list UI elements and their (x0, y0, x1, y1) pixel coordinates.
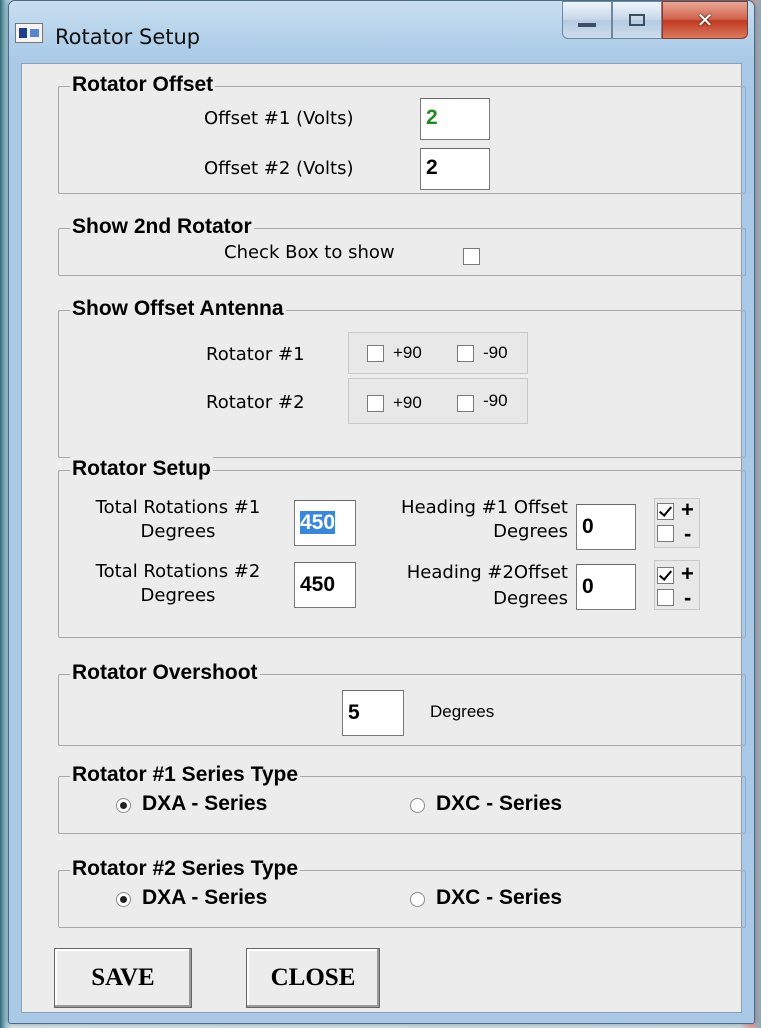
maximize-icon (629, 14, 645, 26)
dialog-body: Rotator Offset Offset #1 (Volts) 2 Offse… (21, 63, 746, 1013)
heading1-minus-label: - (684, 521, 692, 546)
heading1-minus-checkbox[interactable] (657, 525, 674, 542)
heading1-sign-options: + - (654, 497, 700, 548)
rotator2-dxa-radio[interactable] (116, 892, 131, 907)
save-button[interactable]: SAVE (54, 948, 192, 1008)
title-bar[interactable]: Rotator Setup ✕ (9, 1, 754, 63)
rotator2-minus90-checkbox[interactable] (457, 395, 474, 412)
heading2-sign-options: + - (654, 560, 700, 610)
rotator2-minus90-label: -90 (483, 391, 508, 410)
total-rotations1-label-line2: Degrees (140, 521, 216, 542)
rotator1-dxa-label[interactable]: DXA - Series (142, 792, 267, 816)
close-icon: ✕ (696, 8, 714, 32)
antenna-rotator1-label: Rotator #1 (206, 344, 305, 365)
heading1-label-line2: Degrees (493, 521, 568, 542)
show-2nd-rotator-legend: Show 2nd Rotator (70, 214, 254, 240)
heading1-plus-label: + (681, 497, 694, 522)
offset1-input[interactable]: 2 (420, 98, 490, 140)
close-button[interactable]: CLOSE (246, 948, 380, 1008)
heading2-offset-input[interactable]: 0 (576, 564, 636, 610)
rotator1-plus90-label: +90 (393, 343, 422, 362)
rotator1-dxa-radio[interactable] (116, 798, 131, 813)
rotator1-dxc-radio[interactable] (410, 798, 425, 813)
rotator-offset-group: Rotator Offset Offset #1 (Volts) 2 Offse… (58, 72, 746, 194)
window-title: Rotator Setup (55, 25, 201, 49)
overshoot-unit-label: Degrees (430, 702, 495, 721)
heading2-plus-checkbox[interactable] (657, 567, 674, 584)
rotator1-minus90-checkbox[interactable] (457, 345, 474, 362)
offset1-label: Offset #1 (Volts) (204, 108, 354, 129)
app-icon[interactable] (15, 23, 43, 43)
total-rotations1-label: Total Rotations #1 Degrees (68, 496, 288, 544)
heading1-label: Heading #1 Offset Degrees (368, 496, 568, 544)
rotator1-series-legend: Rotator #1 Series Type (70, 762, 301, 788)
offset2-label: Offset #2 (Volts) (204, 158, 354, 179)
rotator2-series-legend: Rotator #2 Series Type (70, 856, 301, 882)
rotator1-series-group: Rotator #1 Series Type DXA - Series DXC … (58, 762, 746, 834)
antenna-rotator1-options: +90 -90 (348, 332, 528, 374)
caption-buttons: ✕ (562, 1, 748, 41)
close-window-button[interactable]: ✕ (662, 1, 748, 39)
rotator2-plus90-checkbox[interactable] (367, 395, 384, 412)
maximize-button[interactable] (612, 1, 662, 39)
rotator-setup-window: Rotator Setup ✕ Rotator Offset Offset #1… (8, 0, 755, 1024)
heading2-label: Heading #2Offset Degrees (368, 560, 568, 612)
total-rotations2-input[interactable]: 450 (294, 562, 356, 608)
heading2-label-line2: Degrees (493, 588, 568, 609)
total-rotations2-label: Total Rotations #2 Degrees (68, 560, 288, 608)
show-2nd-rotator-group: Show 2nd Rotator Check Box to show (58, 214, 746, 276)
rotator-offset-legend: Rotator Offset (70, 72, 216, 98)
show-2nd-rotator-checkbox[interactable] (463, 248, 480, 265)
heading1-label-line1: Heading #1 Offset (401, 497, 568, 518)
overshoot-input[interactable]: 5 (342, 690, 404, 736)
heading2-label-line1: Heading #2Offset (406, 562, 568, 583)
rotator-overshoot-legend: Rotator Overshoot (70, 660, 260, 686)
offset2-input[interactable]: 2 (420, 148, 490, 190)
total-rotations2-label-line2: Degrees (140, 585, 216, 606)
rotator1-dxc-label[interactable]: DXC - Series (436, 792, 562, 816)
rotator-setup-group: Rotator Setup Total Rotations #1 Degrees… (58, 456, 746, 638)
heading1-plus-checkbox[interactable] (657, 503, 674, 520)
heading2-minus-label: - (684, 585, 692, 610)
antenna-rotator2-label: Rotator #2 (206, 392, 305, 413)
minimize-icon (578, 23, 596, 27)
show-2nd-rotator-label: Check Box to show (224, 242, 395, 263)
rotator1-plus90-checkbox[interactable] (367, 345, 384, 362)
rotator2-dxc-radio[interactable] (410, 892, 425, 907)
rotator2-plus90-label: +90 (393, 393, 422, 412)
rotator1-minus90-label: -90 (483, 343, 508, 362)
rotator2-series-group: Rotator #2 Series Type DXA - Series DXC … (58, 856, 746, 928)
show-offset-antenna-legend: Show Offset Antenna (70, 296, 286, 322)
heading1-offset-input[interactable]: 0 (576, 504, 636, 550)
show-offset-antenna-group: Show Offset Antenna Rotator #1 +90 -90 R… (58, 296, 746, 458)
heading2-minus-checkbox[interactable] (657, 589, 674, 606)
rotator2-dxa-label[interactable]: DXA - Series (142, 886, 267, 910)
rotator-overshoot-group: Rotator Overshoot 5 Degrees (58, 660, 746, 746)
antenna-rotator2-options: +90 -90 (348, 378, 528, 424)
total-rotations1-label-line1: Total Rotations #1 (95, 497, 261, 518)
heading2-plus-label: + (681, 561, 694, 586)
total-rotations2-label-line1: Total Rotations #2 (95, 561, 261, 582)
rotator-setup-legend: Rotator Setup (70, 456, 213, 482)
total-rotations1-value: 450 (300, 511, 336, 534)
rotator2-dxc-label[interactable]: DXC - Series (436, 886, 562, 910)
minimize-button[interactable] (562, 1, 612, 39)
total-rotations1-input[interactable]: 450 (294, 500, 356, 546)
